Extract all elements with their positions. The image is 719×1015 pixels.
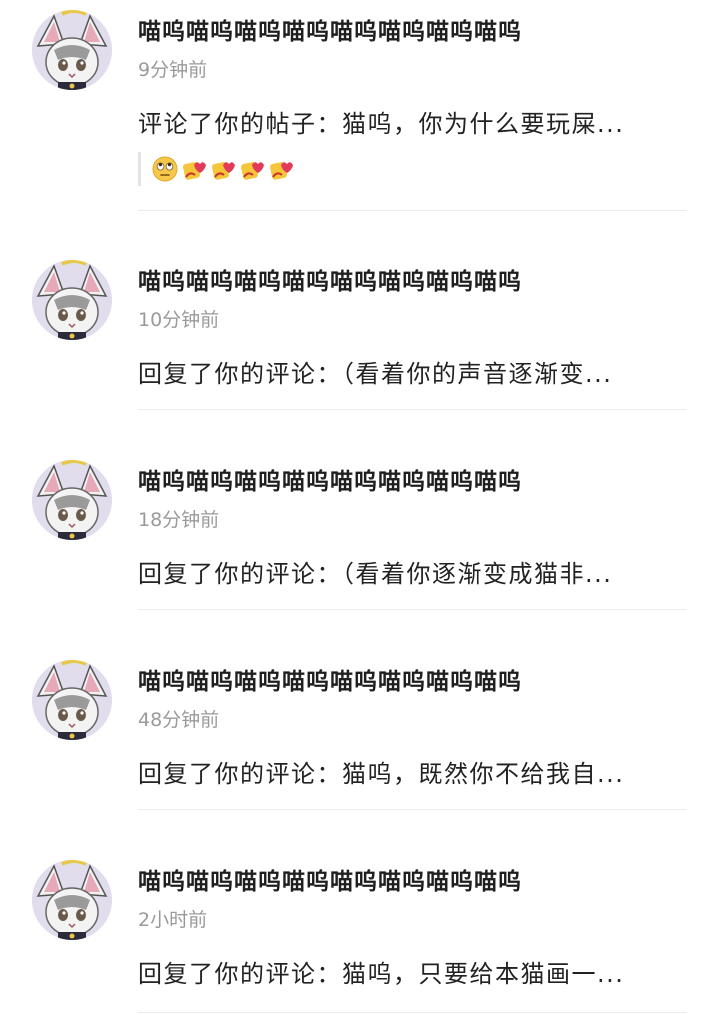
timestamp: 48分钟前 [138,709,220,731]
avatar[interactable] [32,460,112,540]
username[interactable]: 喵呜喵呜喵呜喵呜喵呜喵呜喵呜喵呜 [138,862,522,896]
pig-kiss-emoji-icon [267,155,295,183]
notification-content[interactable]: 回复了你的评论：（看着你逐渐变成猫非... [138,554,612,589]
timestamp: 9分钟前 [138,59,208,81]
notification-feed: 喵呜喵呜喵呜喵呜喵呜喵呜喵呜喵呜 9分钟前 评论了你的帖子：猫呜，你为什么要玩屎… [0,0,719,1015]
cat-avatar-icon [32,10,112,90]
timestamp: 18分钟前 [138,509,220,531]
cat-avatar-icon [32,260,112,340]
notification-item[interactable]: 喵呜喵呜喵呜喵呜喵呜喵呜喵呜喵呜 2小时前 回复了你的评论：猫呜，只要给本猫画一… [0,850,719,1013]
notification-item[interactable]: 喵呜喵呜喵呜喵呜喵呜喵呜喵呜喵呜 48分钟前 回复了你的评论：猫呜，既然你不给我… [0,650,719,810]
notification-content[interactable]: 回复了你的评论：猫呜，既然你不给我自... [138,754,624,789]
timestamp: 2小时前 [138,909,208,931]
username[interactable]: 喵呜喵呜喵呜喵呜喵呜喵呜喵呜喵呜 [138,662,522,696]
divider [138,409,687,410]
username[interactable]: 喵呜喵呜喵呜喵呜喵呜喵呜喵呜喵呜 [138,462,522,496]
notification-content[interactable]: 评论了你的帖子：猫呜，你为什么要玩屎... [138,104,624,139]
notification-content[interactable]: 回复了你的评论：（看着你的声音逐渐变... [138,354,612,389]
divider [138,210,687,211]
pig-kiss-emoji-icon [209,155,237,183]
avatar[interactable] [32,10,112,90]
notification-item[interactable]: 喵呜喵呜喵呜喵呜喵呜喵呜喵呜喵呜 18分钟前 回复了你的评论：（看着你逐渐变成猫… [0,450,719,610]
divider [138,609,687,610]
cat-avatar-icon [32,460,112,540]
cat-avatar-icon [32,860,112,940]
eye-roll-emoji-icon [151,155,179,183]
divider [138,809,687,810]
pig-kiss-emoji-icon [180,155,208,183]
notification-content[interactable]: 回复了你的评论：猫呜，只要给本猫画一... [138,954,624,989]
avatar[interactable] [32,660,112,740]
username[interactable]: 喵呜喵呜喵呜喵呜喵呜喵呜喵呜喵呜 [138,12,522,46]
cat-avatar-icon [32,660,112,740]
quoted-comment[interactable] [138,152,295,186]
timestamp: 10分钟前 [138,309,220,331]
avatar[interactable] [32,860,112,940]
avatar[interactable] [32,260,112,340]
pig-kiss-emoji-icon [238,155,266,183]
notification-item[interactable]: 喵呜喵呜喵呜喵呜喵呜喵呜喵呜喵呜 10分钟前 回复了你的评论：（看着你的声音逐渐… [0,250,719,410]
divider [138,1012,687,1013]
notification-item[interactable]: 喵呜喵呜喵呜喵呜喵呜喵呜喵呜喵呜 9分钟前 评论了你的帖子：猫呜，你为什么要玩屎… [0,0,719,211]
username[interactable]: 喵呜喵呜喵呜喵呜喵呜喵呜喵呜喵呜 [138,262,522,296]
